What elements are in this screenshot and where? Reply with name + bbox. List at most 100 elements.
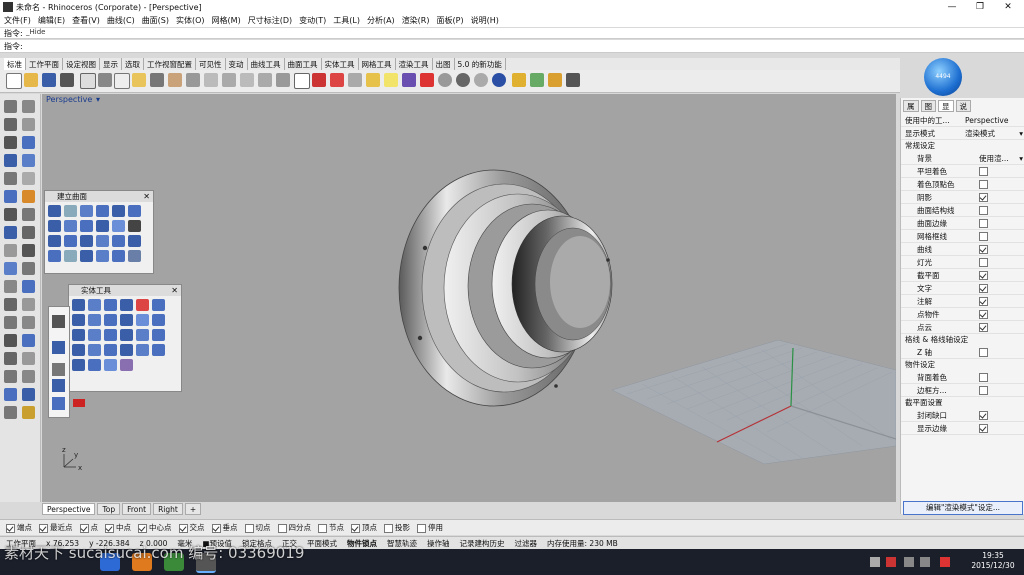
- status-osnap[interactable]: 物件锁点: [347, 538, 377, 549]
- osnap-checkbox[interactable]: [6, 523, 15, 533]
- options-icon[interactable]: [530, 73, 544, 87]
- surface-match-icon[interactable]: [96, 250, 109, 262]
- gumball-icon[interactable]: [52, 341, 65, 354]
- solid-make-hole-icon[interactable]: [152, 344, 165, 356]
- display-option-row[interactable]: 曲面边缘: [901, 217, 1024, 230]
- status-planar[interactable]: 平面模式: [307, 538, 337, 549]
- rotate-icon[interactable]: [22, 334, 35, 347]
- arrow-right-icon[interactable]: [73, 399, 85, 407]
- menu-dimension[interactable]: 尺寸标注(D): [248, 15, 292, 26]
- scale-icon[interactable]: [4, 352, 17, 365]
- mesh-icon[interactable]: [4, 280, 17, 293]
- command-prompt[interactable]: 指令:: [0, 40, 1024, 53]
- undo-icon[interactable]: [150, 73, 164, 87]
- tab-transform[interactable]: 变动: [226, 58, 248, 70]
- solid-move-hole-icon[interactable]: [104, 344, 117, 356]
- tab-curve-tools[interactable]: 曲线工具: [248, 58, 285, 70]
- tab-select[interactable]: 选取: [122, 58, 144, 70]
- surface-text-icon[interactable]: [64, 250, 77, 262]
- grid-option-row[interactable]: Z 轴: [901, 346, 1024, 359]
- surface-icon[interactable]: [4, 208, 17, 221]
- display-option-checkbox[interactable]: [979, 309, 988, 319]
- print-icon[interactable]: [60, 73, 74, 87]
- zoom-icon[interactable]: [204, 73, 218, 87]
- solid-copy-hole-icon[interactable]: [120, 344, 133, 356]
- surface-revolve-icon[interactable]: [96, 220, 109, 232]
- zoom-extents-icon[interactable]: [240, 73, 254, 87]
- osnap-item[interactable]: 切点: [244, 522, 271, 533]
- display-option-checkbox[interactable]: [979, 322, 988, 332]
- osnap-item[interactable]: 端点: [6, 522, 32, 533]
- join-icon[interactable]: [22, 298, 35, 311]
- rotate-view-icon[interactable]: [186, 73, 200, 87]
- move-icon[interactable]: [22, 316, 35, 329]
- tab-new-in-v5[interactable]: 5.0 的新功能: [455, 58, 506, 70]
- solid-delete-hole-icon[interactable]: [136, 344, 149, 356]
- osnap-item[interactable]: 最近点: [39, 522, 73, 533]
- surface-heightfield-icon[interactable]: [128, 220, 141, 232]
- clipping-option-checkbox[interactable]: [979, 410, 988, 420]
- tab-display[interactable]: 显: [938, 100, 954, 112]
- display-option-checkbox[interactable]: [979, 179, 988, 189]
- display-option-row[interactable]: 注解: [901, 295, 1024, 308]
- tray-input-icon[interactable]: [920, 557, 930, 567]
- osnap-checkbox[interactable]: [79, 523, 89, 533]
- menu-render[interactable]: 渲染(R): [402, 15, 430, 26]
- solid-extract-icon[interactable]: [120, 314, 133, 326]
- display-option-checkbox[interactable]: [979, 231, 988, 241]
- solid-cap-icon[interactable]: [104, 314, 117, 326]
- solid-difference-icon[interactable]: [104, 299, 117, 311]
- minimize-button[interactable]: —: [938, 0, 966, 14]
- edit-display-mode-button[interactable]: 编辑"渲染模式"设定...: [903, 501, 1023, 515]
- display-option-checkbox[interactable]: [979, 192, 988, 202]
- four-viewports-icon[interactable]: [294, 73, 310, 89]
- surface-fillet-icon[interactable]: [112, 235, 125, 247]
- extrude-icon[interactable]: [22, 208, 35, 221]
- display-option-row[interactable]: 点物件: [901, 308, 1024, 321]
- status-smarttrack[interactable]: 智慧轨迹: [387, 538, 417, 549]
- menu-solid[interactable]: 实体(O): [176, 15, 205, 26]
- fillet-icon[interactable]: [4, 190, 17, 203]
- solid-move-edge-icon[interactable]: [72, 329, 85, 341]
- mirror-icon[interactable]: [22, 352, 35, 365]
- tab-viewport-layout[interactable]: 工作视窗配置: [144, 58, 196, 70]
- status-history[interactable]: 记录建构历史: [460, 538, 505, 549]
- osnap-checkbox[interactable]: [211, 523, 221, 533]
- array-polar-icon[interactable]: [22, 370, 35, 383]
- menu-view[interactable]: 查看(V): [72, 15, 100, 26]
- solid-edge-icon[interactable]: [104, 359, 117, 371]
- osnap-item[interactable]: 中心点: [138, 522, 172, 533]
- ellipse-icon[interactable]: [4, 154, 17, 167]
- surface-rebuild-icon[interactable]: [48, 250, 61, 262]
- solid-fillet-icon[interactable]: [152, 299, 165, 311]
- close-icon[interactable]: ✕: [143, 191, 150, 202]
- rectangle-icon[interactable]: [22, 154, 35, 167]
- tab-right[interactable]: Right: [153, 503, 183, 515]
- new-file-icon[interactable]: [6, 73, 22, 89]
- osnap-item[interactable]: 四分点: [277, 522, 311, 533]
- menu-panels[interactable]: 面板(P): [437, 15, 464, 26]
- tab-layers[interactable]: 图: [920, 100, 936, 112]
- surface-extrude-icon[interactable]: [112, 205, 125, 217]
- tab-mesh-tools[interactable]: 网格工具: [359, 58, 396, 70]
- tab-top[interactable]: Top: [97, 503, 121, 515]
- record-icon[interactable]: [52, 379, 65, 392]
- surface-blob-icon[interactable]: [80, 250, 93, 262]
- car-icon[interactable]: [312, 73, 326, 87]
- properties-icon[interactable]: [512, 73, 526, 87]
- polyline-icon[interactable]: [4, 118, 17, 131]
- tab-front[interactable]: Front: [122, 503, 152, 515]
- more-tools-icon[interactable]: [566, 73, 580, 87]
- tab-standard[interactable]: 标准: [4, 58, 26, 70]
- surface-patch-icon[interactable]: [112, 220, 125, 232]
- display-option-row[interactable]: 灯光: [901, 256, 1024, 269]
- display-option-row[interactable]: 曲线: [901, 243, 1024, 256]
- tab-set-view[interactable]: 设定视图: [63, 58, 100, 70]
- osnap-item[interactable]: 停用: [417, 522, 443, 533]
- boolean-icon[interactable]: [22, 262, 35, 275]
- dimension-icon[interactable]: [22, 388, 35, 401]
- osnap-checkbox[interactable]: [351, 523, 360, 533]
- solid-hole-icon[interactable]: [136, 329, 149, 341]
- shaded-sphere-icon[interactable]: [456, 73, 470, 87]
- solid-move-face-icon[interactable]: [136, 314, 149, 326]
